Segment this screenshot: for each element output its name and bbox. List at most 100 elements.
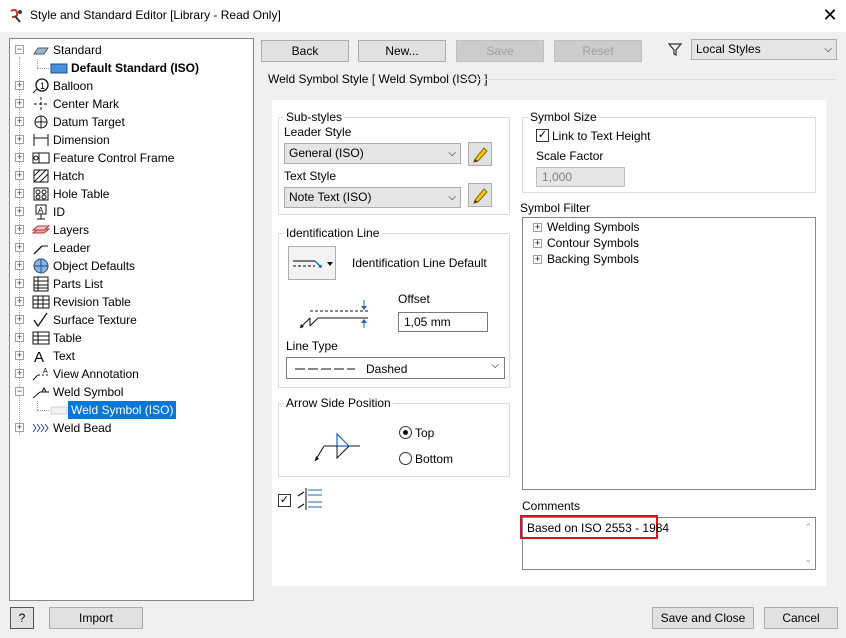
title-bar: Style and Standard Editor [Library - Rea…	[0, 0, 846, 32]
weld-bead-icon	[32, 423, 49, 433]
substyles-legend: Sub-styles	[284, 110, 345, 124]
text-style-value: Note Text (ISO)	[289, 190, 372, 204]
save-and-close-button[interactable]: Save and Close	[652, 607, 754, 629]
expand-icon[interactable]: +	[15, 261, 24, 270]
arrow-side-diagram-icon	[314, 432, 360, 462]
identification-line-icon	[293, 260, 333, 268]
symbol-filter-label: Symbol Filter	[520, 201, 591, 215]
symbol-filter-item[interactable]: Welding Symbols	[547, 220, 639, 234]
tree-item-label: Center Mark	[53, 97, 120, 111]
tree-item-label: ID	[53, 205, 65, 219]
collapse-icon[interactable]: −	[15, 45, 24, 54]
expand-icon[interactable]: +	[15, 369, 24, 378]
style-tree[interactable]: − Standard Default Standard (ISO) +1 Balloon…	[9, 38, 254, 601]
expand-icon[interactable]: +	[15, 153, 24, 162]
text-style-dropdown[interactable]: Note Text (ISO) ⌵	[284, 187, 461, 208]
pencil-icon	[473, 147, 488, 163]
expand-icon[interactable]: +	[15, 207, 24, 216]
expand-icon[interactable]: +	[15, 351, 24, 360]
chevron-down-icon: ⌵	[491, 360, 499, 371]
surface-texture-icon	[33, 312, 48, 328]
link-to-text-height-label: Link to Text Height	[552, 129, 651, 143]
layers-icon	[32, 225, 50, 234]
help-button[interactable]: ?	[10, 607, 34, 629]
tree-item-label: Feature Control Frame	[53, 151, 175, 165]
comments-label: Comments	[522, 499, 581, 513]
back-button[interactable]: Back	[261, 40, 349, 62]
link-to-text-height-checkbox[interactable]: ✓	[536, 129, 549, 142]
tree-item-label: Parts List	[53, 277, 104, 291]
filter-icon[interactable]	[668, 42, 682, 56]
scale-factor-label: Scale Factor	[536, 149, 604, 163]
line-type-label: Line Type	[286, 339, 338, 353]
expand-icon[interactable]: +	[533, 239, 542, 248]
center-mark-icon	[34, 97, 48, 111]
tree-item-label: Hatch	[53, 169, 85, 183]
expand-icon[interactable]: +	[15, 135, 24, 144]
expand-icon[interactable]: +	[15, 117, 24, 126]
scale-factor-input[interactable]: 1,000	[536, 167, 625, 187]
styles-filter-dropdown[interactable]: Local Styles ⌵	[691, 39, 837, 60]
bottom-radio[interactable]	[399, 452, 412, 465]
reset-button[interactable]: Reset	[554, 40, 642, 62]
leader-style-label: Leader Style	[284, 125, 352, 139]
feature-control-frame-icon	[32, 152, 50, 164]
scroll-down-icon[interactable]: ⌄	[804, 554, 812, 565]
tree-item-label: View Annotation	[53, 367, 139, 381]
expand-icon[interactable]: +	[15, 315, 24, 324]
tree-item-label: Default Standard (ISO)	[71, 61, 200, 75]
expand-icon[interactable]: +	[15, 171, 24, 180]
styles-filter-value: Local Styles	[696, 42, 761, 56]
cancel-button[interactable]: Cancel	[764, 607, 838, 629]
tree-item-label: Weld Bead	[53, 421, 112, 435]
expand-icon[interactable]: +	[15, 243, 24, 252]
datum-target-icon	[34, 115, 48, 129]
scroll-up-icon[interactable]: ⌃	[804, 522, 812, 533]
save-button[interactable]: Save	[456, 40, 544, 62]
expand-icon[interactable]: +	[533, 255, 542, 264]
leader-extension-checkbox[interactable]: ✓	[278, 494, 291, 507]
expand-icon[interactable]: +	[15, 225, 24, 234]
expand-icon[interactable]: +	[15, 81, 24, 90]
expand-icon[interactable]: +	[15, 333, 24, 342]
symbol-filter-item[interactable]: Backing Symbols	[547, 252, 639, 266]
expand-icon[interactable]: +	[15, 423, 24, 432]
svg-text:A: A	[38, 206, 44, 215]
expand-icon[interactable]: +	[15, 297, 24, 306]
window-title: Style and Standard Editor [Library - Rea…	[30, 8, 281, 22]
symbol-filter-list[interactable]: + Welding Symbols + Contour Symbols + Ba…	[522, 217, 816, 490]
weld-symbol-style-icon	[50, 406, 68, 415]
hole-table-icon	[33, 187, 49, 201]
expand-icon[interactable]: +	[15, 279, 24, 288]
leader-style-dropdown[interactable]: General (ISO) ⌵	[284, 143, 461, 164]
edit-text-style-button[interactable]	[468, 183, 492, 207]
multi-leader-icon	[297, 488, 322, 510]
text-style-label: Text Style	[284, 169, 337, 183]
leader-style-value: General (ISO)	[289, 146, 364, 160]
collapse-icon[interactable]: −	[15, 387, 24, 396]
import-button[interactable]: Import	[49, 607, 143, 629]
close-button[interactable]: ✕	[820, 5, 840, 25]
top-radio[interactable]	[399, 426, 412, 439]
offset-input[interactable]: 1,05 mm	[398, 312, 488, 332]
hatch-icon	[33, 169, 49, 183]
tree-guide-line	[37, 410, 49, 411]
tree-guide-line	[37, 401, 38, 410]
expand-icon[interactable]: +	[15, 99, 24, 108]
panel-title: Weld Symbol Style [ Weld Symbol (ISO) ]	[268, 72, 488, 86]
identification-line-default-label: Identification Line Default	[352, 256, 487, 270]
panel-title-rule	[465, 79, 837, 80]
edit-leader-style-button[interactable]	[468, 142, 492, 166]
pencil-icon	[473, 188, 488, 204]
revision-table-icon	[32, 295, 50, 309]
dashed-line-sample-icon	[295, 368, 355, 370]
expand-icon[interactable]: +	[533, 223, 542, 232]
tree-item-label: Object Defaults	[53, 259, 136, 273]
symbol-filter-item[interactable]: Contour Symbols	[547, 236, 639, 250]
identification-line-picker[interactable]	[288, 246, 336, 280]
svg-text:A: A	[34, 349, 44, 364]
new-button[interactable]: New...	[358, 40, 446, 62]
expand-icon[interactable]: +	[15, 189, 24, 198]
line-type-dropdown[interactable]: Dashed ⌵	[286, 357, 505, 379]
symbol-size-legend: Symbol Size	[528, 110, 599, 124]
